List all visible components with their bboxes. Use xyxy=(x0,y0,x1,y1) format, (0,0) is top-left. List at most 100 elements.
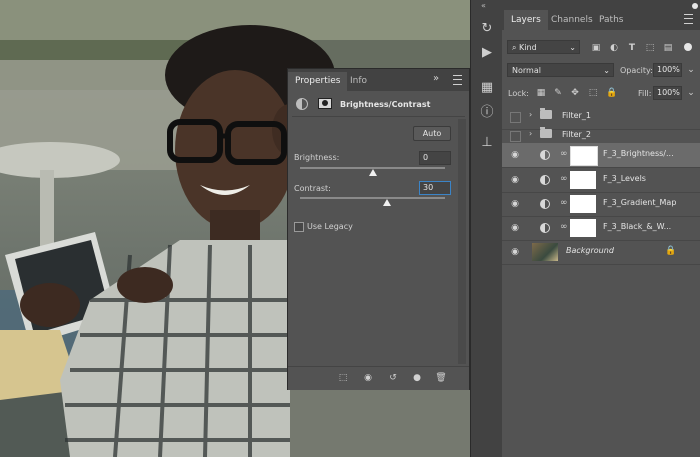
opacity-field[interactable]: 100% xyxy=(653,63,682,77)
eye-icon[interactable]: ◉ xyxy=(509,222,521,234)
brightness-label: Brightness: xyxy=(294,153,340,162)
chevron-down-icon: ⌄ xyxy=(569,43,576,52)
history-icon[interactable]: ↻ xyxy=(477,18,497,38)
opacity-label: Opacity: xyxy=(620,66,653,75)
tab-paths[interactable]: Paths xyxy=(592,10,630,30)
use-legacy-label: Use Legacy xyxy=(307,222,353,231)
fill-label: Fill: xyxy=(638,89,652,98)
collapsed-panels-strip: « ↻ ▶ ▦ ⓘ ⊥ xyxy=(470,0,504,457)
chain-link-icon[interactable]: ∞ xyxy=(560,174,568,184)
lock-position-icon[interactable]: ✥ xyxy=(569,87,581,99)
adjustments-icon[interactable]: ▦ xyxy=(477,77,497,97)
view-previous-state-icon[interactable]: ◉ xyxy=(361,372,375,384)
chain-link-icon[interactable]: ∞ xyxy=(560,198,568,208)
mask-thumbnail[interactable] xyxy=(570,219,596,237)
tab-properties[interactable]: Properties xyxy=(288,72,348,91)
layer-name: F_3_Black_&_W... xyxy=(603,222,672,231)
blend-mode-select[interactable]: Normal ⌄ xyxy=(507,63,614,77)
stamp-icon[interactable]: ⊥ xyxy=(477,132,497,152)
contrast-value-field[interactable]: 30 xyxy=(419,181,451,195)
layer-row-brightness[interactable]: ◉ ∞ F_3_Brightness/... xyxy=(502,143,700,168)
blend-mode-value: Normal xyxy=(512,66,541,75)
layers-toggle-icon[interactable] xyxy=(692,3,698,9)
properties-scrollbar[interactable] xyxy=(458,119,466,364)
folder-icon xyxy=(540,108,552,119)
contrast-slider-track[interactable] xyxy=(300,197,445,199)
folder-icon xyxy=(540,127,552,138)
layer-row-gradient-map[interactable]: ◉ ∞ F_3_Gradient_Map xyxy=(502,192,700,217)
brightness-value-field[interactable]: 0 xyxy=(419,151,451,165)
layer-name: F_3_Brightness/... xyxy=(603,149,674,158)
mask-thumbnail[interactable] xyxy=(570,171,596,189)
visibility-empty-box[interactable] xyxy=(510,131,521,142)
filter-toggle-icon[interactable] xyxy=(684,43,692,51)
properties-footer: ⬚ ◉ ↺ ● 🗑 xyxy=(288,366,469,390)
layers-panel[interactable]: Layers Channels Paths ⌕ Kind ⌄ ▣ ◐ T ⬚ ▤… xyxy=(502,0,700,457)
layer-name: Background xyxy=(566,246,614,255)
tab-info[interactable]: Info xyxy=(343,72,374,91)
chevron-right-icon[interactable]: › xyxy=(529,129,532,138)
adjustment-layer-icon xyxy=(540,150,550,160)
visibility-empty-box[interactable] xyxy=(510,112,521,123)
lock-label: Lock: xyxy=(508,89,529,98)
layer-mask-icon[interactable] xyxy=(318,98,332,109)
lock-icon: 🔒 xyxy=(665,246,677,256)
contrast-label: Contrast: xyxy=(294,184,331,193)
adjustment-layer-icon xyxy=(540,199,550,209)
brightness-slider-thumb[interactable] xyxy=(368,169,377,176)
collapse-panel-icon[interactable]: » xyxy=(433,73,439,84)
layer-name: Filter_2 xyxy=(562,130,591,139)
lock-artboard-icon[interactable]: ⬚ xyxy=(587,87,599,99)
lock-transparent-pixels-icon[interactable]: ▦ xyxy=(535,87,547,99)
info-icon[interactable]: ⓘ xyxy=(477,100,497,120)
chevron-down-icon: ⌄ xyxy=(603,66,610,75)
mask-thumbnail[interactable] xyxy=(570,146,598,166)
reset-icon[interactable]: ↺ xyxy=(386,372,400,384)
layers-tab-bar: Layers Channels Paths xyxy=(502,0,700,30)
play-actions-icon[interactable]: ▶ xyxy=(477,42,497,62)
eye-icon[interactable]: ◉ xyxy=(509,149,521,161)
auto-button[interactable]: Auto xyxy=(413,126,451,141)
properties-panel[interactable]: Properties Info » Brightness/Contrast Au… xyxy=(287,68,470,390)
chain-link-icon[interactable]: ∞ xyxy=(560,222,568,232)
chevron-right-icon[interactable]: › xyxy=(529,110,532,119)
filter-smart-object-icon[interactable]: ▤ xyxy=(662,42,674,54)
layer-name: F_3_Gradient_Map xyxy=(603,198,677,207)
filter-kind-value: Kind xyxy=(519,43,537,52)
lock-image-pixels-icon[interactable]: ✎ xyxy=(552,87,564,99)
filter-pixel-icon[interactable]: ▣ xyxy=(590,42,602,54)
search-icon: ⌕ xyxy=(512,43,520,52)
fill-field[interactable]: 100% xyxy=(653,86,682,100)
eye-icon[interactable]: ◉ xyxy=(509,174,521,186)
clip-to-layer-icon[interactable]: ⬚ xyxy=(336,372,350,384)
contrast-slider-thumb[interactable] xyxy=(383,199,391,206)
trash-icon[interactable]: 🗑 xyxy=(434,372,448,384)
lock-all-icon[interactable]: 🔒 xyxy=(606,87,618,99)
filter-adjustment-icon[interactable]: ◐ xyxy=(608,42,620,54)
chevron-down-icon[interactable]: ⌄ xyxy=(685,64,697,76)
adjustment-layer-icon xyxy=(540,175,550,185)
chain-link-icon[interactable]: ∞ xyxy=(560,149,568,159)
adjustment-title: Brightness/Contrast xyxy=(340,100,431,109)
filter-shape-icon[interactable]: ⬚ xyxy=(644,42,656,54)
brightness-contrast-icon xyxy=(296,98,308,110)
eye-icon[interactable]: ◉ xyxy=(509,246,521,258)
panel-menu-icon[interactable] xyxy=(453,75,462,85)
layer-name: F_3_Levels xyxy=(603,174,646,183)
tab-layers[interactable]: Layers xyxy=(504,10,548,30)
use-legacy-checkbox[interactable] xyxy=(294,222,304,232)
layer-filter-kind-select[interactable]: ⌕ Kind ⌄ xyxy=(507,40,580,54)
chevron-down-icon[interactable]: ⌄ xyxy=(685,87,697,99)
eye-icon[interactable]: ◉ xyxy=(509,198,521,210)
layer-row-background[interactable]: ◉ Background 🔒 xyxy=(502,240,700,265)
visibility-toggle-icon[interactable]: ● xyxy=(410,372,424,384)
layer-row-black-white[interactable]: ◉ ∞ F_3_Black_&_W... xyxy=(502,216,700,241)
collapse-arrows-icon[interactable]: « xyxy=(481,1,486,10)
filter-type-icon[interactable]: T xyxy=(626,42,638,54)
mask-thumbnail[interactable] xyxy=(570,195,596,213)
properties-tab-bar: Properties Info » xyxy=(288,69,469,91)
layers-menu-icon[interactable] xyxy=(684,14,693,24)
layer-name: Filter_1 xyxy=(562,111,591,120)
layer-row-levels[interactable]: ◉ ∞ F_3_Levels xyxy=(502,168,700,193)
background-thumbnail[interactable] xyxy=(532,243,558,261)
